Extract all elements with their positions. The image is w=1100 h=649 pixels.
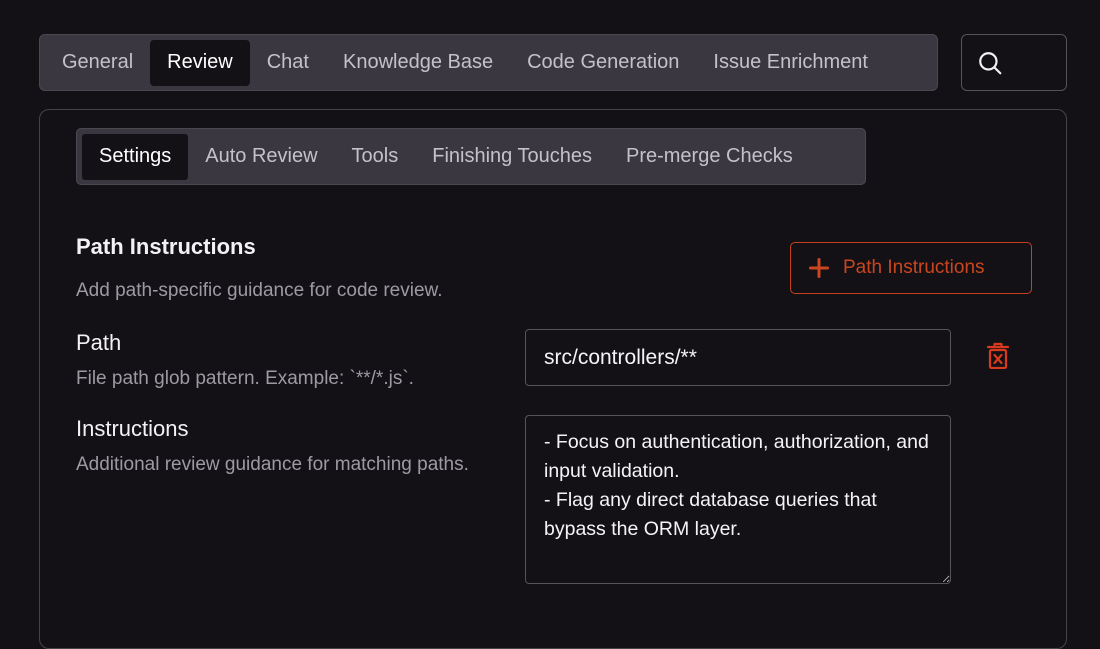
tab-review[interactable]: Review xyxy=(150,39,250,86)
subtab-pre-merge-checks[interactable]: Pre-merge Checks xyxy=(609,134,810,180)
add-button-label: Path Instructions xyxy=(843,257,985,278)
subtab-finishing-touches[interactable]: Finishing Touches xyxy=(415,134,609,180)
settings-panel: Settings Auto Review Tools Finishing Tou… xyxy=(39,109,1067,649)
add-path-instructions-button[interactable]: Path Instructions xyxy=(790,242,1032,294)
section-description: Add path-specific guidance for code revi… xyxy=(76,280,443,301)
tab-chat[interactable]: Chat xyxy=(250,40,326,86)
subtab-auto-review[interactable]: Auto Review xyxy=(188,134,334,180)
delete-path-button[interactable] xyxy=(984,340,1012,370)
tab-general[interactable]: General xyxy=(45,40,150,86)
path-label: Path xyxy=(76,330,122,355)
top-tab-bar: General Review Chat Knowledge Base Code … xyxy=(39,34,938,91)
instructions-label: Instructions xyxy=(76,416,189,441)
subtab-settings[interactable]: Settings xyxy=(82,133,189,180)
tab-issue-enrichment[interactable]: Issue Enrichment xyxy=(696,40,885,86)
trash-icon xyxy=(987,342,1009,369)
instructions-help-text: Additional review guidance for matching … xyxy=(76,454,469,475)
tab-code-generation[interactable]: Code Generation xyxy=(510,40,696,86)
plus-icon xyxy=(809,258,829,278)
sub-tab-bar: Settings Auto Review Tools Finishing Tou… xyxy=(76,128,866,185)
path-help-text: File path glob pattern. Example: `**/*.j… xyxy=(76,368,414,389)
search-icon xyxy=(979,51,1002,74)
tab-knowledge-base[interactable]: Knowledge Base xyxy=(326,40,510,86)
subtab-tools[interactable]: Tools xyxy=(335,134,416,180)
search-button[interactable] xyxy=(961,34,1067,91)
section-title: Path Instructions xyxy=(76,234,256,259)
path-input[interactable] xyxy=(525,329,951,386)
instructions-textarea[interactable]: - Focus on authentication, authorization… xyxy=(525,415,951,584)
